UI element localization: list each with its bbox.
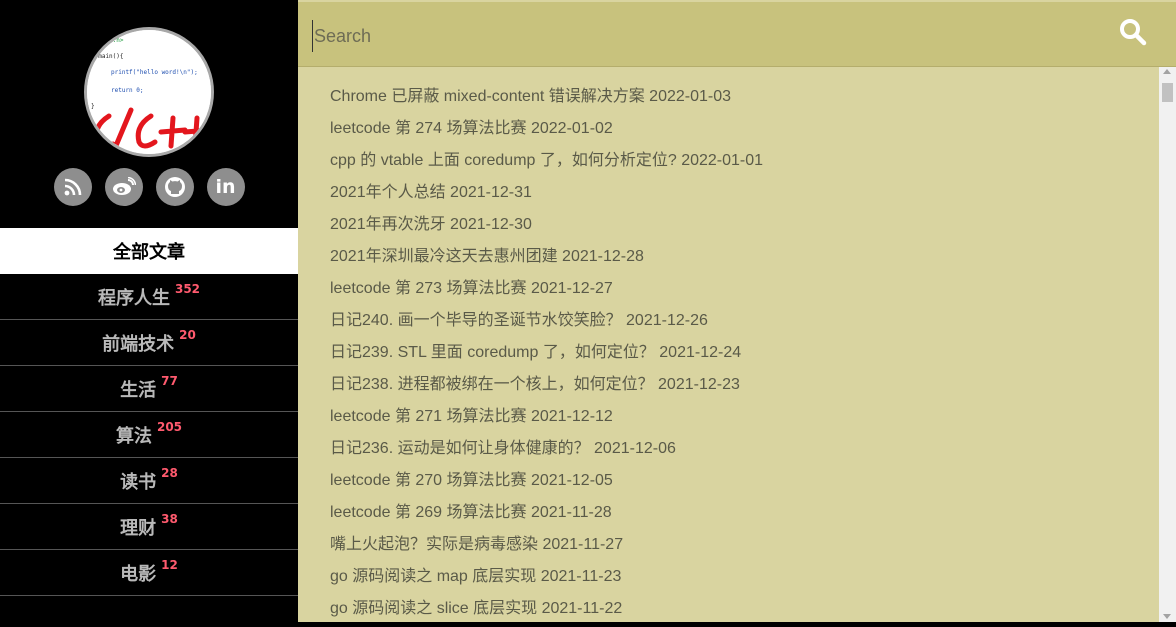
avatar-code-line-1: <stdio.h> (91, 37, 124, 44)
post-link[interactable]: 日记240. 画一个毕导的圣诞节水饺笑脸？ 2021-12-26 (330, 307, 763, 339)
post-link[interactable]: leetcode 第 270 场算法比赛 2021-12-05 (330, 467, 763, 499)
weibo-icon (112, 177, 136, 195)
post-link[interactable]: leetcode 第 274 场算法比赛 2022-01-02 (330, 115, 763, 147)
nav-item-label: 前端技术 (102, 333, 175, 355)
nav-item-count: 12 (161, 557, 178, 572)
nav-item-label: 读书 (120, 471, 157, 493)
post-link[interactable]: leetcode 第 269 场算法比赛 2021-11-28 (330, 499, 763, 531)
nav-item-count: 77 (161, 373, 178, 388)
nav-item-count: 20 (179, 327, 196, 342)
nav-item-label: 程序人生 (97, 287, 170, 309)
linkedin-button[interactable]: in (206, 168, 245, 206)
nav-item-label: 算法 (115, 425, 152, 447)
nav-item-label: 电影 (120, 563, 157, 585)
nav-item-life[interactable]: 生活 77 (0, 366, 298, 412)
nav-item-label: 理财 (120, 517, 157, 539)
search-icon[interactable] (1118, 17, 1148, 47)
nav-item-reading[interactable]: 读书 28 (0, 458, 298, 504)
post-link[interactable]: go 源码阅读之 map 底层实现 2021-11-23 (330, 563, 763, 595)
nav-item-movies[interactable]: 电影 12 (0, 550, 298, 596)
nav-item-finance[interactable]: 理财 38 (0, 504, 298, 550)
avatar-code-line-2: t main(){ (91, 53, 124, 60)
nav-item-count: 38 (161, 511, 178, 526)
nav-item-count: 28 (161, 465, 178, 480)
search-input[interactable] (312, 20, 1076, 52)
nav-item-label: 全部文章 (113, 241, 185, 263)
nav-item-algorithm[interactable]: 算法 205 (0, 412, 298, 458)
rss-icon (64, 178, 81, 196)
github-icon (164, 177, 185, 197)
avatar-code-line-3: printf("hello word!\n"); (111, 69, 198, 76)
scrollbar[interactable] (1159, 67, 1176, 622)
linkedin-icon: in (215, 176, 236, 198)
rss-button[interactable] (53, 168, 92, 206)
nav-item-all-posts[interactable]: 全部文章 (0, 228, 298, 274)
main-content: Chrome 已屏蔽 mixed-content 错误解决方案 2022-01-… (298, 0, 1176, 622)
sidebar: <stdio.h> t main(){ printf("hello word!\… (0, 0, 298, 622)
nav-item-count: 352 (174, 281, 201, 296)
avatar-code-line-5: } (91, 103, 95, 110)
nav-item-programming[interactable]: 程序人生 352 (0, 274, 298, 320)
nav-item-label: 生活 (120, 379, 157, 401)
post-link[interactable]: go 源码阅读之 slice 底层实现 2021-11-22 (330, 595, 763, 627)
post-link[interactable]: cpp 的 vtable 上面 coredump 了，如何分析定位? 2022-… (330, 147, 763, 179)
post-list: Chrome 已屏蔽 mixed-content 错误解决方案 2022-01-… (330, 83, 763, 627)
post-link[interactable]: leetcode 第 271 场算法比赛 2021-12-12 (330, 403, 763, 435)
post-link[interactable]: 日记239. STL 里面 coredump 了，如何定位？ 2021-12-2… (330, 339, 763, 371)
social-links: in (0, 168, 298, 206)
nav-item-frontend[interactable]: 前端技术 20 (0, 320, 298, 366)
scroll-down-arrow-icon[interactable] (1163, 614, 1171, 619)
post-link[interactable]: 2021年个人总结 2021-12-31 (330, 179, 763, 211)
search-bar (298, 2, 1176, 67)
github-button[interactable] (155, 168, 194, 206)
scroll-thumb[interactable] (1162, 83, 1173, 102)
category-nav: 全部文章 程序人生 352 前端技术 20 生活 77 算法 205 读书 28… (0, 228, 298, 596)
avatar[interactable]: <stdio.h> t main(){ printf("hello word!\… (84, 27, 214, 157)
post-link[interactable]: 2021年再次洗牙 2021-12-30 (330, 211, 763, 243)
nav-item-count: 205 (156, 419, 183, 434)
avatar-image: <stdio.h> t main(){ printf("hello word!\… (87, 30, 211, 154)
post-link[interactable]: 日记236. 运动是如何让身体健康的？ 2021-12-06 (330, 435, 763, 467)
avatar-code-line-4: return 0; (111, 87, 144, 94)
scroll-up-arrow-icon[interactable] (1163, 69, 1171, 74)
post-link[interactable]: Chrome 已屏蔽 mixed-content 错误解决方案 2022-01-… (330, 83, 763, 115)
weibo-button[interactable] (104, 168, 143, 206)
post-link[interactable]: 日记238. 进程都被绑在一个核上，如何定位？ 2021-12-23 (330, 371, 763, 403)
post-link[interactable]: leetcode 第 273 场算法比赛 2021-12-27 (330, 275, 763, 307)
post-link[interactable]: 2021年深圳最冷这天去惠州团建 2021-12-28 (330, 243, 763, 275)
post-link[interactable]: 嘴上火起泡？实际是病毒感染 2021-11-27 (330, 531, 763, 563)
